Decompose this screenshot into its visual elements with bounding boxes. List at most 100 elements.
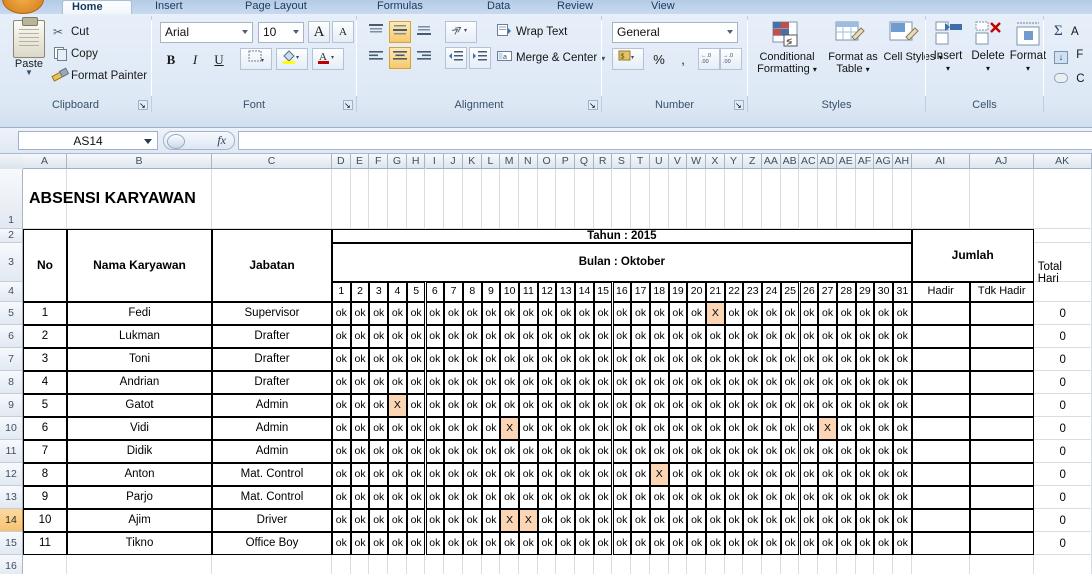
comma-style-button[interactable]: ,: [672, 48, 694, 70]
chevron-down-icon[interactable]: [144, 139, 152, 144]
attendance-present-cell[interactable]: ok: [351, 371, 370, 394]
row-no[interactable]: 2: [23, 325, 67, 348]
row-jabatan[interactable]: Mat. Control: [212, 463, 332, 486]
row-no[interactable]: 3: [23, 348, 67, 371]
cell[interactable]: [893, 169, 912, 229]
column-header-l[interactable]: L: [482, 154, 501, 169]
attendance-present-cell[interactable]: ok: [874, 348, 893, 371]
attendance-present-cell[interactable]: ok: [650, 417, 669, 440]
tab-formulas[interactable]: Formulas: [368, 0, 432, 14]
cell[interactable]: [444, 555, 463, 574]
column-header-t[interactable]: T: [631, 154, 650, 169]
column-header-d[interactable]: D: [332, 154, 351, 169]
insert-button[interactable]: Insert▾: [926, 50, 970, 74]
attendance-present-cell[interactable]: ok: [500, 394, 519, 417]
attendance-present-cell[interactable]: ok: [856, 440, 875, 463]
cell[interactable]: [874, 169, 893, 229]
attendance-present-cell[interactable]: ok: [538, 348, 557, 371]
attendance-present-cell[interactable]: ok: [463, 486, 482, 509]
attendance-present-cell[interactable]: ok: [762, 348, 781, 371]
row-total-hari[interactable]: 0: [1034, 440, 1092, 463]
attendance-present-cell[interactable]: ok: [856, 302, 875, 325]
attendance-present-cell[interactable]: ok: [687, 532, 706, 555]
attendance-present-cell[interactable]: ok: [426, 417, 445, 440]
attendance-present-cell[interactable]: ok: [800, 417, 819, 440]
attendance-present-cell[interactable]: ok: [351, 325, 370, 348]
attendance-present-cell[interactable]: ok: [463, 463, 482, 486]
column-header-ab[interactable]: AB: [781, 154, 800, 169]
attendance-present-cell[interactable]: ok: [743, 302, 762, 325]
attendance-present-cell[interactable]: ok: [519, 325, 538, 348]
attendance-present-cell[interactable]: ok: [687, 417, 706, 440]
attendance-present-cell[interactable]: ok: [893, 486, 912, 509]
cell[interactable]: [706, 555, 725, 574]
attendance-present-cell[interactable]: ok: [388, 532, 407, 555]
column-header-m[interactable]: M: [500, 154, 519, 169]
attendance-present-cell[interactable]: ok: [818, 325, 837, 348]
column-header-aj[interactable]: AJ: [970, 154, 1034, 169]
attendance-present-cell[interactable]: ok: [725, 486, 744, 509]
cell[interactable]: [482, 169, 501, 229]
column-header-v[interactable]: V: [669, 154, 688, 169]
column-header-o[interactable]: O: [538, 154, 557, 169]
attendance-present-cell[interactable]: ok: [500, 463, 519, 486]
cell[interactable]: [351, 555, 370, 574]
attendance-present-cell[interactable]: ok: [893, 302, 912, 325]
attendance-present-cell[interactable]: ok: [669, 440, 688, 463]
chevron-down-icon[interactable]: [293, 30, 299, 34]
attendance-absent-cell[interactable]: X: [818, 417, 837, 440]
attendance-present-cell[interactable]: ok: [631, 486, 650, 509]
row-total-hari[interactable]: 0: [1034, 394, 1092, 417]
attendance-present-cell[interactable]: ok: [538, 440, 557, 463]
attendance-present-cell[interactable]: ok: [444, 509, 463, 532]
attendance-present-cell[interactable]: ok: [743, 371, 762, 394]
row-total-hari[interactable]: 0: [1034, 509, 1092, 532]
attendance-present-cell[interactable]: ok: [874, 486, 893, 509]
row-no[interactable]: 5: [23, 394, 67, 417]
attendance-present-cell[interactable]: ok: [594, 463, 613, 486]
attendance-present-cell[interactable]: ok: [332, 417, 351, 440]
insert-function-toggle[interactable]: [167, 134, 185, 149]
attendance-present-cell[interactable]: ok: [874, 394, 893, 417]
attendance-present-cell[interactable]: ok: [762, 417, 781, 440]
attendance-present-cell[interactable]: ok: [874, 509, 893, 532]
cell[interactable]: [23, 555, 67, 574]
attendance-present-cell[interactable]: ok: [594, 302, 613, 325]
attendance-present-cell[interactable]: ok: [631, 302, 650, 325]
column-header-ai[interactable]: AI: [912, 154, 970, 169]
attendance-present-cell[interactable]: ok: [837, 348, 856, 371]
row-total-hari[interactable]: 0: [1034, 302, 1092, 325]
attendance-present-cell[interactable]: ok: [650, 509, 669, 532]
attendance-present-cell[interactable]: ok: [725, 371, 744, 394]
cell[interactable]: [631, 169, 650, 229]
row-hadir[interactable]: [912, 371, 970, 394]
attendance-present-cell[interactable]: ok: [631, 463, 650, 486]
font-size-input[interactable]: 10: [258, 22, 304, 43]
column-header-ad[interactable]: AD: [818, 154, 837, 169]
attendance-present-cell[interactable]: ok: [500, 348, 519, 371]
number-dialog-launcher[interactable]: [734, 100, 744, 110]
attendance-present-cell[interactable]: ok: [500, 532, 519, 555]
attendance-present-cell[interactable]: ok: [687, 302, 706, 325]
row-hadir[interactable]: [912, 394, 970, 417]
attendance-present-cell[interactable]: ok: [426, 302, 445, 325]
attendance-present-cell[interactable]: ok: [781, 532, 800, 555]
attendance-present-cell[interactable]: ok: [482, 302, 501, 325]
attendance-present-cell[interactable]: ok: [781, 509, 800, 532]
cell[interactable]: [538, 169, 557, 229]
cell[interactable]: [893, 555, 912, 574]
attendance-present-cell[interactable]: ok: [743, 417, 762, 440]
clear-button[interactable]: C: [1054, 70, 1085, 89]
row-header-16[interactable]: 16: [0, 555, 23, 574]
attendance-present-cell[interactable]: ok: [762, 509, 781, 532]
attendance-present-cell[interactable]: ok: [594, 440, 613, 463]
row-hadir[interactable]: [912, 509, 970, 532]
italic-button[interactable]: I: [184, 48, 206, 70]
decrease-indent-button[interactable]: [445, 47, 467, 69]
align-right-button[interactable]: [413, 47, 435, 69]
attendance-present-cell[interactable]: ok: [463, 348, 482, 371]
attendance-present-cell[interactable]: ok: [369, 417, 388, 440]
column-header-ac[interactable]: AC: [800, 154, 819, 169]
attendance-present-cell[interactable]: ok: [369, 325, 388, 348]
cell[interactable]: [556, 555, 575, 574]
